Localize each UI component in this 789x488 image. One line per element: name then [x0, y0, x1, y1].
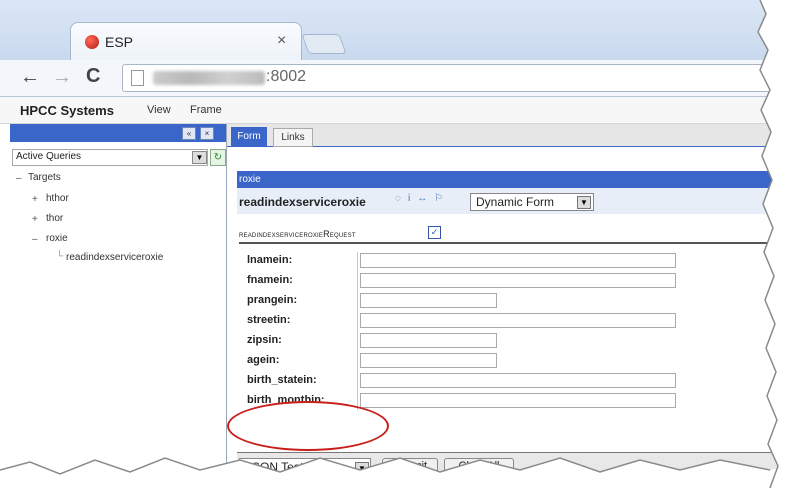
left-panel-header: « ×: [10, 124, 226, 142]
submit-button[interactable]: Submit: [382, 458, 438, 475]
tree-toggle-hthor[interactable]: +: [32, 194, 38, 205]
field-label-fnamein: fnamein:: [247, 274, 293, 286]
section-header: roxie: [237, 171, 789, 188]
new-tab-button[interactable]: [301, 34, 347, 54]
field-label-prangein: prangein:: [247, 294, 298, 306]
app-menu-bar: HPCC Systems View Frame: [0, 97, 789, 124]
form-type-value: Dynamic Form: [476, 195, 555, 209]
section-title: roxie: [239, 174, 261, 185]
page-icon: [131, 70, 144, 86]
reload-icon[interactable]: C: [86, 65, 100, 88]
browser-toolbar: ← → C :8002: [0, 60, 789, 97]
left-panel: « × Active Queries ▼ ↻ – Targets + hthor…: [10, 124, 227, 488]
tree-item-hthor[interactable]: hthor: [46, 193, 69, 204]
browser-tab-strip: ESP ×: [0, 0, 789, 61]
dropdown-arrow-icon[interactable]: ▼: [355, 462, 369, 475]
input-agein[interactable]: [360, 353, 497, 368]
address-bar[interactable]: :8002: [122, 64, 789, 92]
tab-links[interactable]: Links: [273, 128, 313, 147]
redacted-host: [153, 71, 265, 85]
tab-form[interactable]: Form: [231, 127, 267, 146]
tree-toggle-targets[interactable]: –: [16, 173, 22, 184]
panel-tab-bar: Form Links: [227, 124, 789, 147]
tree-item-targets[interactable]: Targets: [28, 172, 61, 183]
tab-close-icon[interactable]: ×: [277, 32, 286, 50]
field-label-zipsin: zipsin:: [247, 334, 282, 346]
tree-item-readindexserviceroxie[interactable]: readindexserviceroxie: [66, 252, 163, 263]
field-label-agein: agein:: [247, 354, 280, 366]
field-label-streetin: streetin:: [247, 314, 291, 326]
esp-favicon-icon: [85, 35, 99, 49]
dropdown-arrow-icon[interactable]: ▼: [577, 196, 591, 209]
url-port: :8002: [266, 68, 307, 85]
app-name: HPCC Systems: [20, 103, 114, 118]
input-streetin[interactable]: [360, 313, 676, 328]
highlight-ellipse: [227, 401, 389, 451]
refresh-icon[interactable]: ↻: [210, 149, 226, 166]
back-arrow-icon[interactable]: ←: [20, 66, 40, 89]
field-label-lnamein: lnamein:: [247, 254, 293, 266]
forward-arrow-icon[interactable]: →: [52, 66, 72, 89]
input-birth-monthin[interactable]: [360, 393, 676, 408]
tree-connector: └: [56, 251, 64, 262]
menu-frame[interactable]: Frame: [190, 104, 222, 116]
request-checkbox[interactable]: ✓: [428, 226, 441, 239]
input-birth-statein[interactable]: [360, 373, 676, 388]
input-lnamein[interactable]: [360, 253, 676, 268]
tree-toggle-thor[interactable]: +: [32, 214, 38, 225]
input-prangein[interactable]: [360, 293, 497, 308]
test-type-value: JSON Test: [246, 460, 304, 474]
menu-view[interactable]: View: [147, 104, 171, 116]
collapse-icon[interactable]: «: [182, 127, 196, 140]
form-action-bar: JSON Test ▼ Submit Clear All: [237, 452, 789, 477]
service-action-icons[interactable]: ◌ ⅰ ↔ ⚐: [395, 193, 445, 204]
clear-all-button[interactable]: Clear All: [444, 458, 514, 475]
browser-tab[interactable]: ESP ×: [70, 22, 302, 61]
test-type-select[interactable]: JSON Test ▼: [239, 458, 371, 477]
request-label: readindexserviceroxieRequest: [239, 229, 356, 239]
column-divider: [357, 252, 358, 410]
tree-item-roxie[interactable]: roxie: [46, 233, 68, 244]
close-icon[interactable]: ×: [200, 127, 214, 140]
tree-toggle-roxie[interactable]: –: [32, 234, 38, 245]
input-fnamein[interactable]: [360, 273, 676, 288]
tree-item-thor[interactable]: thor: [46, 213, 63, 224]
service-row: readindexserviceroxie ◌ ⅰ ↔ ⚐ Dynamic Fo…: [237, 188, 789, 214]
request-fields: lnamein: fnamein: prangein: streetin: zi…: [239, 242, 789, 414]
query-type-select[interactable]: Active Queries ▼: [12, 149, 208, 166]
input-zipsin[interactable]: [360, 333, 497, 348]
dropdown-arrow-icon[interactable]: ▼: [192, 151, 207, 164]
form-type-select[interactable]: Dynamic Form ▼: [470, 193, 594, 211]
tab-title: ESP: [105, 34, 134, 50]
field-label-birth-statein: birth_statein:: [247, 374, 317, 386]
query-type-value: Active Queries: [16, 151, 82, 162]
service-name: readindexserviceroxie: [239, 195, 366, 209]
